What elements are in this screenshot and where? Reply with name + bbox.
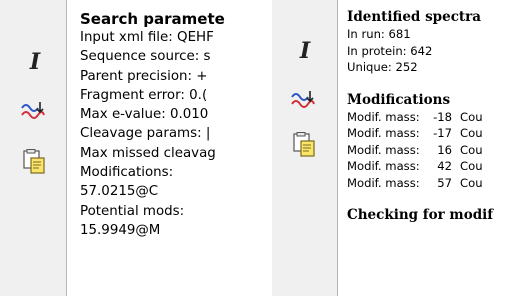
mod-label: Modif. mass: [347,126,420,140]
mod-value: 42 [437,159,452,173]
mod-value: -18 [433,109,452,124]
modifications-title: Modifications [347,91,451,108]
right-spectrum-button[interactable] [289,86,317,114]
identified-line: Unique: 252 [347,60,418,74]
mod-tail: Cou [460,126,483,140]
search-parameters-title: Search paramete [80,10,225,28]
mod-value: 57 [437,175,452,190]
checking-modifications-title: Checking for modif [347,207,494,223]
italic-i-icon: I [299,38,311,64]
mod-tail: Cou [460,142,483,157]
param-line: Parent precision: + [80,68,208,84]
left-panel: I Search paramete Input xml file: QEHF S… [0,0,254,296]
modification-row: Modif. mass: 42 Cou [347,158,519,175]
panel-gap [254,0,272,296]
param-line: Cleavage params: | [80,126,211,142]
mod-label: Modif. mass: [347,109,420,124]
mod-label: Modif. mass: [347,142,420,157]
right-italic-button[interactable]: I [291,37,319,65]
identified-spectra-text: Identified spectra In run: 681 In protei… [337,0,519,296]
mod-value: -17 [433,126,452,140]
modification-row: Modif. mass: 57 Cou [347,175,519,192]
italic-i-icon: I [29,49,41,75]
modification-row: Modif. mass: 16 Cou [347,142,519,159]
param-line: Potential mods: [80,203,185,219]
param-line: Max missed cleavag [80,145,216,161]
right-panel: I Identified spectra In run: 681 In prot… [272,0,519,296]
param-line: Sequence source: s [80,49,211,65]
left-paste-button[interactable] [20,148,48,176]
right-paste-button[interactable] [290,131,318,159]
mod-label: Modif. mass: [347,175,420,190]
param-line: Fragment error: 0.( [80,87,208,103]
left-toolbar: I [0,0,66,296]
identified-line: In protein: 642 [347,43,433,58]
left-italic-button[interactable]: I [21,48,49,76]
paste-document-icon [293,132,315,157]
spectrum-swap-icon [21,102,45,119]
identified-spectra-title: Identified spectra [347,9,482,25]
param-line: Max e-value: 0.010 [80,107,209,123]
paste-document-icon [23,149,45,174]
param-line: 57.0215@C [80,184,159,200]
mod-value: 16 [437,142,452,157]
mod-tail: Cou [460,109,483,124]
param-line: 15.9949@M [80,222,161,238]
modification-row: Modif. mass: -18 Cou [347,109,519,126]
mod-tail: Cou [460,175,483,190]
mod-label: Modif. mass: [347,159,420,173]
right-toolbar: I [272,0,337,296]
mod-tail: Cou [460,159,483,173]
modification-row: Modif. mass: -17 Cou [347,125,519,142]
search-parameters-text: Search paramete Input xml file: QEHF Seq… [66,0,254,296]
left-spectrum-button[interactable] [19,97,47,125]
spectrum-swap-icon [291,91,315,108]
identified-line: In run: 681 [347,27,411,41]
param-line: Input xml file: QEHF [80,30,214,45]
param-line: Modifications: [80,165,174,181]
